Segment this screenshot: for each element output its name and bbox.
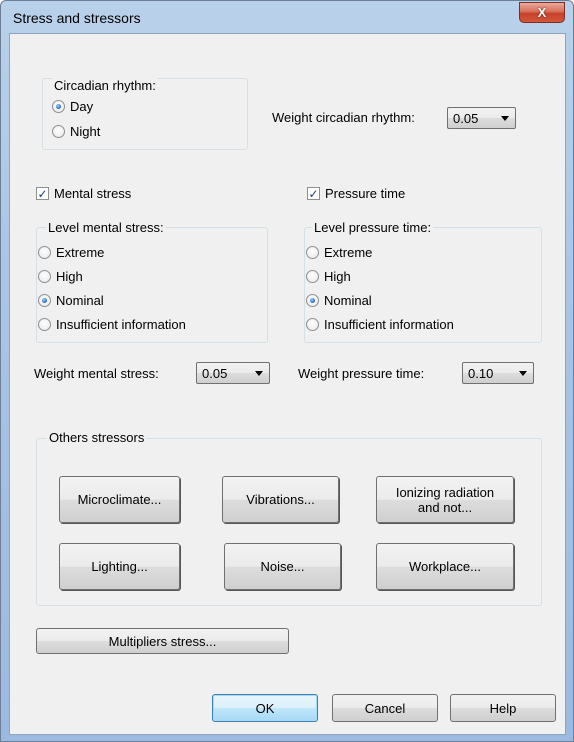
radio-button-icon: [306, 318, 319, 331]
help-button-label: Help: [489, 700, 517, 716]
chevron-down-icon: [519, 370, 527, 376]
weight-pressure-select[interactable]: 0.10: [462, 362, 534, 384]
pressure-radio-extreme[interactable]: Extreme: [306, 245, 372, 260]
cancel-button[interactable]: Cancel: [332, 694, 438, 722]
weight-mental-select[interactable]: 0.05: [196, 362, 270, 384]
mental-extreme-label: Extreme: [56, 245, 105, 260]
ionizing-button-label-line2: and not...: [417, 499, 473, 515]
ok-button-label: OK: [255, 700, 275, 716]
radio-button-icon: [306, 270, 319, 283]
mental-radio-nominal[interactable]: Nominal: [38, 293, 104, 308]
radio-day[interactable]: Day: [52, 99, 93, 114]
window-title: Stress and stressors: [13, 10, 141, 26]
radio-night[interactable]: Night: [52, 124, 100, 139]
pressure-insufficient-label: Insufficient information: [324, 317, 454, 332]
pressure-time-checkbox[interactable]: ✓ Pressure time: [307, 186, 405, 201]
vibrations-button-label: Vibrations...: [246, 492, 315, 507]
pressure-time-label: Pressure time: [325, 186, 406, 201]
weight-mental-value: 0.05: [202, 365, 228, 381]
noise-button[interactable]: Noise...: [224, 543, 341, 590]
mental-radio-extreme[interactable]: Extreme: [38, 245, 104, 260]
weight-circadian-select[interactable]: 0.05: [447, 107, 516, 129]
help-button[interactable]: Help: [450, 694, 556, 722]
radio-button-icon: [38, 318, 51, 331]
mental-nominal-label: Nominal: [56, 293, 104, 308]
pressure-nominal-label: Nominal: [324, 293, 372, 308]
weight-circadian-label: Weight circadian rhythm:: [272, 110, 415, 125]
circadian-rhythm-label: Circadian rhythm:: [52, 78, 158, 93]
close-icon: X: [537, 5, 547, 20]
workplace-button[interactable]: Workplace...: [376, 543, 514, 590]
pressure-extreme-label: Extreme: [324, 245, 373, 260]
pressure-high-label: High: [324, 269, 351, 284]
radio-button-icon: [306, 246, 319, 259]
multipliers-stress-button[interactable]: Multipliers stress...: [36, 628, 289, 654]
level-mental-stress-label: Level mental stress:: [46, 220, 166, 235]
close-button[interactable]: X: [519, 2, 565, 23]
pressure-radio-insufficient[interactable]: Insufficient information: [306, 317, 454, 332]
pressure-radio-nominal[interactable]: Nominal: [306, 293, 372, 308]
dialog-window: Stress and stressors X Circadian rhythm:…: [0, 0, 574, 742]
ionizing-button-label-line1: Ionizing radiation: [395, 484, 495, 500]
mental-radio-high[interactable]: High: [38, 269, 83, 284]
mental-radio-insufficient[interactable]: Insufficient information: [38, 317, 186, 332]
chevron-down-icon: [501, 115, 509, 121]
radio-button-icon: [38, 270, 51, 283]
radio-button-icon: [38, 246, 51, 259]
checkmark-icon: ✓: [36, 186, 49, 201]
mental-high-label: High: [56, 269, 83, 284]
radio-day-label: Day: [70, 99, 94, 114]
weight-pressure-label: Weight pressure time:: [298, 366, 425, 381]
weight-pressure-value: 0.10: [468, 365, 494, 381]
mental-stress-checkbox[interactable]: ✓ Mental stress: [36, 186, 131, 201]
multipliers-stress-label: Multipliers stress...: [108, 633, 217, 649]
radio-button-icon: [52, 125, 65, 138]
mental-stress-label: Mental stress: [54, 186, 132, 201]
title-bar[interactable]: Stress and stressors X: [1, 1, 573, 33]
radio-night-label: Night: [70, 124, 101, 139]
level-pressure-time-label: Level pressure time:: [312, 220, 434, 235]
chevron-down-icon: [255, 370, 263, 376]
pressure-radio-high[interactable]: High: [306, 269, 351, 284]
vibrations-button[interactable]: Vibrations...: [222, 476, 339, 523]
radio-button-icon: [306, 294, 319, 307]
others-stressors-label: Others stressors: [47, 430, 147, 445]
weight-circadian-value: 0.05: [453, 110, 479, 126]
checkmark-icon: ✓: [307, 186, 320, 201]
cancel-button-label: Cancel: [364, 700, 406, 716]
dialog-client-area: Circadian rhythm: Day Night Weight circa…: [9, 33, 566, 735]
lighting-button[interactable]: Lighting...: [59, 543, 180, 590]
weight-mental-label: Weight mental stress:: [34, 366, 159, 381]
ionizing-radiation-button[interactable]: Ionizing radiation and not...: [376, 476, 514, 523]
radio-button-icon: [38, 294, 51, 307]
workplace-button-label: Workplace...: [408, 559, 481, 574]
radio-button-icon: [52, 100, 65, 113]
noise-button-label: Noise...: [260, 559, 305, 574]
microclimate-button-label: Microclimate...: [77, 492, 162, 507]
microclimate-button[interactable]: Microclimate...: [59, 476, 180, 523]
ok-button[interactable]: OK: [212, 694, 318, 722]
mental-insufficient-label: Insufficient information: [56, 317, 186, 332]
lighting-button-label: Lighting...: [91, 559, 148, 574]
